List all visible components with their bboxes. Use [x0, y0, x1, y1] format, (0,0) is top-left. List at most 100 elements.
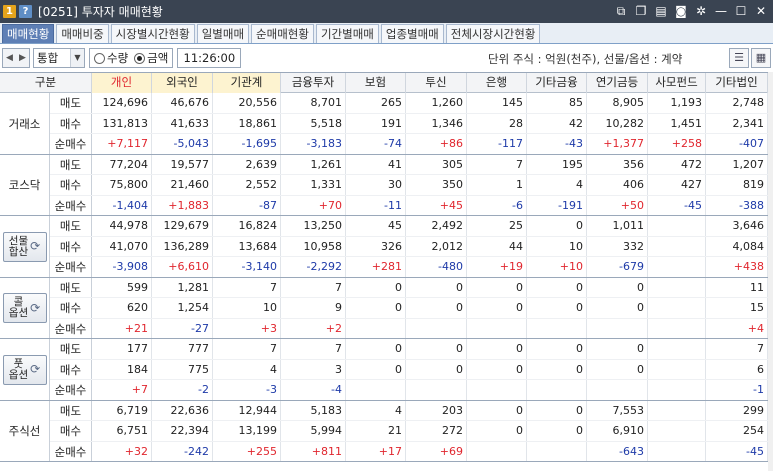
- column-header[interactable]: 기관계: [213, 73, 281, 93]
- table-cell: 28: [467, 113, 527, 134]
- table-cell: 1,346: [406, 113, 467, 134]
- group-toggle-button[interactable]: 풋 옵션 ⟳: [2, 354, 47, 385]
- column-header[interactable]: 기타법인: [706, 73, 768, 93]
- group-label: 주식선: [0, 400, 50, 462]
- group-label[interactable]: 풋 옵션 ⟳: [0, 339, 50, 401]
- camera-icon[interactable]: ◙: [673, 3, 689, 19]
- column-header[interactable]: 은행: [467, 73, 527, 93]
- table-cell: 2,748: [706, 93, 768, 113]
- table-cell: 1: [467, 175, 527, 195]
- next-arrow-icon[interactable]: ▶: [19, 53, 26, 63]
- tab-3[interactable]: 일별매매: [196, 24, 250, 43]
- minimize-icon[interactable]: —: [713, 3, 729, 19]
- column-header[interactable]: 기타금융: [527, 73, 587, 93]
- table-cell: [527, 318, 587, 339]
- tab-2[interactable]: 시장별시간현황: [110, 24, 195, 43]
- table-cell: +32: [92, 441, 152, 462]
- table-cell: [406, 318, 467, 339]
- table-cell: +45: [406, 195, 467, 216]
- table-cell: 0: [467, 298, 527, 318]
- column-header[interactable]: 외국인: [152, 73, 213, 93]
- market-select[interactable]: 통합 ▼: [33, 48, 85, 68]
- table-cell: -3,183: [281, 134, 346, 154]
- radio-quantity-label: 수량: [107, 51, 129, 65]
- table-cell: 19,577: [152, 154, 213, 175]
- prev-arrow-icon[interactable]: ◀: [6, 53, 13, 63]
- tab-5[interactable]: 기간별매매: [315, 24, 379, 43]
- radio-amount-label: 금액: [147, 51, 169, 65]
- table-cell: [527, 380, 587, 400]
- table-cell: -2,292: [281, 257, 346, 277]
- radio-amount-circle[interactable]: [134, 52, 146, 64]
- tab-6[interactable]: 업종별매매: [380, 24, 444, 43]
- column-header[interactable]: 사모펀드: [648, 73, 706, 93]
- table-cell: 10,282: [587, 113, 648, 134]
- link-icon[interactable]: ⧉: [613, 3, 629, 19]
- radio-quantity[interactable]: 수량: [94, 50, 128, 66]
- table-cell: 356: [587, 154, 648, 175]
- table-cell: +3: [213, 318, 281, 339]
- row-label: 순매수: [50, 257, 92, 277]
- window-number-badge[interactable]: 1: [3, 5, 16, 18]
- list-view-icon[interactable]: ☰: [729, 48, 749, 68]
- table-cell: 11: [706, 277, 768, 298]
- table-cell: 775: [152, 359, 213, 380]
- tab-1[interactable]: 매매비중: [56, 24, 109, 43]
- table-cell: -27: [152, 318, 213, 339]
- table-cell: -1,695: [213, 134, 281, 154]
- table-cell: +6,610: [152, 257, 213, 277]
- table-cell: 0: [346, 298, 406, 318]
- tab-4[interactable]: 순매매현황: [251, 24, 314, 43]
- group-toggle-button[interactable]: 콜 옵션 ⟳: [2, 293, 47, 324]
- group-toggle-button[interactable]: 선물 합산 ⟳: [2, 231, 47, 262]
- chevron-down-icon[interactable]: ▼: [70, 49, 84, 67]
- table-cell: 7: [281, 339, 346, 359]
- maximize-icon[interactable]: ☐: [733, 3, 749, 19]
- table-cell: 0: [587, 339, 648, 359]
- table-cell: 0: [346, 339, 406, 359]
- close-icon[interactable]: ✕: [753, 3, 769, 19]
- vertical-scrollbar[interactable]: [768, 72, 773, 471]
- group-label[interactable]: 콜 옵션 ⟳: [0, 277, 50, 339]
- copy-icon[interactable]: ❐: [633, 3, 649, 19]
- table-cell: +50: [587, 195, 648, 216]
- table-cell: -45: [706, 441, 768, 462]
- column-header[interactable]: 투신: [406, 73, 467, 93]
- column-header[interactable]: 연기금등: [587, 73, 648, 93]
- column-header[interactable]: 구분: [0, 73, 92, 93]
- table-cell: 0: [346, 277, 406, 298]
- table-cell: +10: [527, 257, 587, 277]
- help-icon[interactable]: ?: [19, 5, 32, 18]
- table-cell: 46,676: [152, 93, 213, 113]
- table-cell: +70: [281, 195, 346, 216]
- radio-quantity-circle[interactable]: [94, 52, 105, 64]
- table-header: 구분 개인 외국인 기관계 금융투자 보험 투신 은행 기타금융 연기금등 사모펀드 기타법인: [0, 73, 768, 93]
- time-input[interactable]: 11:26:00: [177, 48, 242, 68]
- table-cell: -5,043: [152, 134, 213, 154]
- radio-amount[interactable]: 금액: [134, 50, 168, 66]
- prev-next-nav[interactable]: ◀ ▶: [2, 48, 30, 68]
- column-header[interactable]: 금융투자: [281, 73, 346, 93]
- table-cell: 5,518: [281, 113, 346, 134]
- table-cell: [467, 441, 527, 462]
- tab-0[interactable]: 매매현황: [2, 24, 55, 43]
- grid-settings-icon[interactable]: ▦: [751, 48, 771, 68]
- table-cell: 13,250: [281, 216, 346, 236]
- group-label[interactable]: 선물 합산 ⟳: [0, 216, 50, 278]
- row-label: 순매수: [50, 380, 92, 400]
- table-cell: 0: [467, 359, 527, 380]
- table-cell: [467, 318, 527, 339]
- table-cell: -2: [152, 380, 213, 400]
- tab-7[interactable]: 전체시장시간현황: [445, 24, 541, 43]
- table-cell: 41,633: [152, 113, 213, 134]
- table-cell: 1,193: [648, 93, 706, 113]
- table-cell: -480: [406, 257, 467, 277]
- table-cell: 8,905: [587, 93, 648, 113]
- column-header[interactable]: 보험: [346, 73, 406, 93]
- table-cell: -3,908: [92, 257, 152, 277]
- save-icon[interactable]: ▤: [653, 3, 669, 19]
- table-cell: 1,260: [406, 93, 467, 113]
- table-cell: -4: [281, 380, 346, 400]
- settings-icon[interactable]: ✲: [693, 3, 709, 19]
- column-header[interactable]: 개인: [92, 73, 152, 93]
